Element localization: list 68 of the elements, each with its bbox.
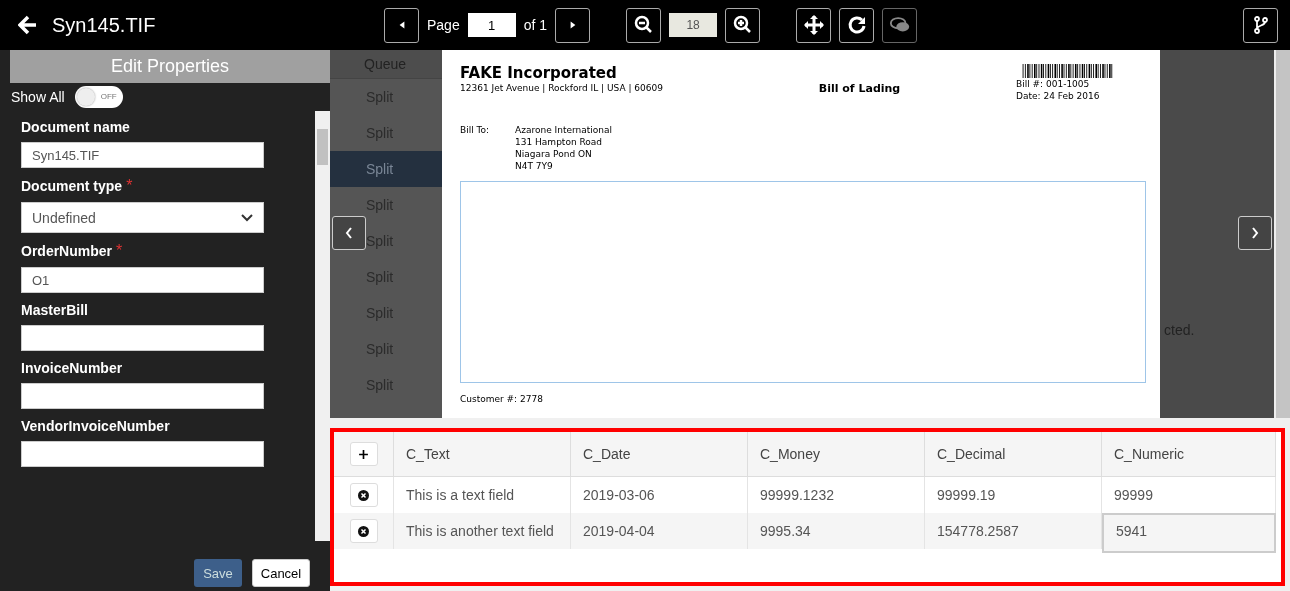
panel-title: Edit Properties — [10, 50, 330, 83]
window-title: Syn145.TIF — [52, 13, 156, 37]
bill-number: Bill #: 001-1005 — [1016, 78, 1091, 90]
field-label: Document type — [21, 178, 123, 194]
previous-page-button[interactable] — [332, 216, 366, 250]
previous-page-button[interactable] — [384, 7, 419, 43]
document-title: Bill of Lading — [818, 82, 901, 95]
show-all-toggle[interactable]: OFF — [74, 86, 123, 108]
field-label: InvoiceNumber — [21, 360, 123, 376]
next-page-button[interactable] — [555, 7, 591, 43]
bill-date: Date: 24 Feb 2016 — [1016, 90, 1101, 102]
customer-number: Customer #: 2778 — [460, 393, 544, 405]
company-address: 12361 Jet Avenue | Rockford IL | USA | 60609 — [460, 82, 663, 94]
zoom-in-button[interactable] — [725, 7, 761, 43]
save-button[interactable]: Save — [194, 559, 242, 587]
address-line: 131 Hampton Road — [515, 136, 604, 148]
close-circle-icon — [358, 525, 369, 537]
field-label: Document name — [21, 119, 130, 135]
column-header: C_Date — [571, 432, 748, 477]
required-marker: * — [116, 242, 123, 260]
column-header: C_Money — [748, 432, 925, 477]
page-label: Page — [427, 17, 460, 33]
table-cell: 5941 — [1102, 513, 1276, 553]
zoom-out-button[interactable] — [626, 7, 662, 43]
scrollbar[interactable] — [1274, 50, 1290, 418]
address-line: Azarone International — [515, 124, 612, 136]
delete-row-button[interactable] — [349, 519, 378, 543]
close-circle-icon — [358, 489, 369, 501]
bill-to-label: Bill To: — [460, 124, 490, 137]
table-cell: Split — [330, 151, 442, 187]
chevron-right-icon — [1249, 226, 1261, 240]
field-label: OrderNumber — [21, 243, 113, 259]
chevron-down-icon — [241, 213, 253, 222]
table-cell: This is another text field — [394, 513, 571, 549]
input-field[interactable] — [21, 441, 264, 467]
document-type-dropdown[interactable]: Undefined — [21, 202, 264, 233]
page-count: of 1 — [523, 17, 548, 33]
company-name: FAKE Incorporated — [460, 64, 618, 82]
four-arrows-icon — [802, 15, 825, 35]
input-field[interactable] — [21, 325, 264, 351]
branch-button[interactable] — [1243, 7, 1278, 43]
field-label: VendorInvoiceNumber — [21, 418, 170, 434]
delete-row-button[interactable] — [349, 483, 378, 507]
input-field[interactable]: Syn145.TIF — [21, 142, 264, 168]
table-cell: 154778.2587 — [925, 513, 1102, 549]
rotate-button[interactable] — [839, 7, 875, 43]
column-header: C_Decimal — [925, 432, 1102, 477]
column-header: C_Numeric — [1102, 432, 1276, 477]
input-field[interactable]: O1 — [21, 267, 264, 293]
table-cell: 2019-04-04 — [571, 513, 748, 549]
column-header: C_Text — [394, 432, 571, 477]
back-arrow-icon[interactable] — [18, 15, 38, 35]
move-button[interactable] — [796, 7, 832, 43]
required-marker: * — [126, 177, 133, 195]
input-field[interactable] — [21, 383, 264, 409]
cancel-button[interactable]: Cancel — [252, 559, 310, 587]
add-row-button[interactable] — [349, 442, 378, 466]
table-cell: 9995.34 — [748, 513, 925, 549]
next-page-button[interactable] — [1238, 216, 1272, 250]
chevron-left-icon — [343, 226, 355, 240]
plus-icon — [358, 448, 369, 460]
address-line: Niagara Pond ON — [515, 148, 593, 160]
page-input[interactable]: 1 — [467, 13, 516, 37]
scrollbar[interactable] — [315, 111, 330, 541]
show-all-label: Show All — [11, 89, 65, 105]
address-line: N4T 7Y9 — [515, 160, 554, 172]
field-label: MasterBill — [21, 302, 88, 318]
zoom-field[interactable]: 18 — [669, 13, 718, 37]
